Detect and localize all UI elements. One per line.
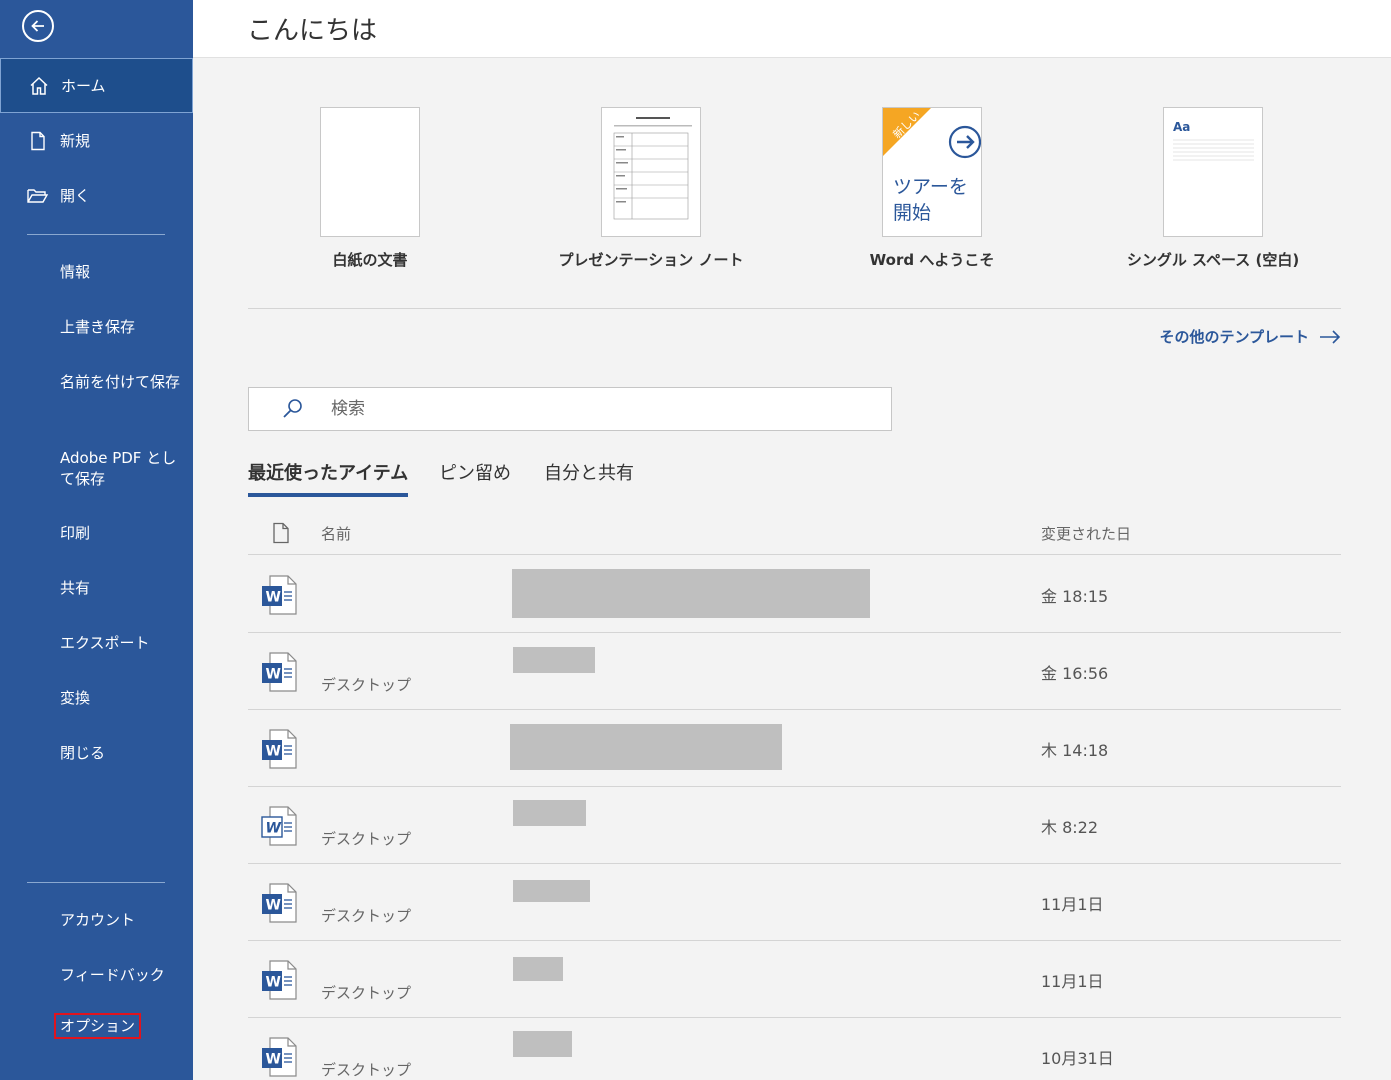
arrow-right-icon <box>1320 329 1341 344</box>
back-arrow-icon <box>31 20 44 32</box>
sidebar-item-close[interactable]: 閉じる <box>60 743 185 764</box>
sidebar-divider <box>27 234 165 235</box>
redacted-filename <box>512 569 870 618</box>
back-button[interactable] <box>22 10 54 42</box>
file-row[interactable]: W デスクトップ 11月1日 <box>248 941 1341 1018</box>
redacted-filename <box>513 800 586 826</box>
tab-recent[interactable]: 最近使ったアイテム <box>248 459 409 497</box>
sidebar-item-share[interactable]: 共有 <box>60 578 185 599</box>
file-row[interactable]: W 金 18:15 <box>248 556 1341 633</box>
sidebar-item-home[interactable]: ホーム <box>0 58 193 113</box>
file-location: デスクトップ <box>321 907 412 925</box>
svg-text:W: W <box>266 667 281 683</box>
template-thumbnail <box>320 107 420 237</box>
template-single-space[interactable]: Aa シングル スペース (空白) <box>1093 107 1333 270</box>
file-date: 11月1日 <box>1041 972 1104 991</box>
more-templates-label: その他のテンプレート <box>1159 328 1309 346</box>
template-label: シングル スペース (空白) <box>1126 251 1300 269</box>
backstage-sidebar: ホーム 新規 開く 情報 上書き保存 名前を付けて保存 Adobe PDF とし… <box>0 0 193 1080</box>
word-file-icon: W <box>262 729 297 769</box>
sidebar-item-save[interactable]: 上書き保存 <box>60 317 185 338</box>
word-file-icon: W <box>262 1037 297 1077</box>
file-row[interactable]: W デスクトップ 金 16:56 <box>248 633 1341 710</box>
search-input[interactable] <box>331 399 831 419</box>
file-list-header: 名前 変更された日 <box>248 512 1341 555</box>
file-location: デスクトップ <box>321 984 412 1002</box>
file-location: デスクトップ <box>321 676 412 694</box>
options-highlight: オプション <box>54 1013 142 1039</box>
file-row[interactable]: W デスクトップ 10月31日 <box>248 1018 1341 1080</box>
template-welcome-to-word[interactable]: 新しい ツアーを 開始 Word へようこそ <box>812 107 1052 270</box>
sidebar-item-label: 新規 <box>60 132 91 150</box>
file-row[interactable]: W デスクトップ 木 8:22 <box>248 787 1341 864</box>
sidebar-item-label: 開く <box>60 187 91 205</box>
word-file-icon: W <box>262 960 297 1000</box>
file-row[interactable]: W デスクトップ 11月1日 <box>248 864 1341 941</box>
svg-text:W: W <box>266 821 282 837</box>
svg-text:W: W <box>266 975 281 991</box>
home-icon <box>27 74 51 98</box>
svg-text:W: W <box>266 898 281 914</box>
template-presentation-notes[interactable]: プレゼンテーション ノート <box>531 107 771 270</box>
redacted-filename <box>513 1031 572 1057</box>
word-file-icon: W <box>262 575 297 615</box>
search-box[interactable] <box>248 387 892 431</box>
sidebar-item-account[interactable]: アカウント <box>60 910 185 931</box>
sidebar-item-new[interactable]: 新規 <box>0 113 193 168</box>
svg-text:W: W <box>266 1052 281 1068</box>
file-date: 11月1日 <box>1041 895 1104 914</box>
template-label: Word へようこそ <box>869 251 995 269</box>
file-date: 木 14:18 <box>1041 741 1109 760</box>
template-thumbnail <box>601 107 701 237</box>
search-icon <box>283 399 302 418</box>
template-label: プレゼンテーション ノート <box>558 251 744 269</box>
tab-shared-with-me[interactable]: 自分と共有 <box>544 459 634 493</box>
word-file-icon: W <box>262 883 297 923</box>
redacted-filename <box>513 880 590 902</box>
sidebar-item-info[interactable]: 情報 <box>60 262 185 283</box>
folder-open-icon <box>26 184 50 208</box>
word-file-icon: W <box>261 806 297 846</box>
sidebar-item-options[interactable]: オプション <box>54 1013 185 1039</box>
redacted-filename <box>513 957 563 981</box>
sidebar-item-convert[interactable]: 変換 <box>60 688 185 709</box>
sidebar-divider <box>27 882 165 883</box>
template-thumbnail: Aa <box>1163 107 1263 237</box>
sidebar-item-open[interactable]: 開く <box>0 168 193 223</box>
file-date: 木 8:22 <box>1041 818 1099 837</box>
redacted-filename <box>510 724 782 770</box>
word-file-icon: W <box>262 652 297 692</box>
main-panel: こんにちは 白紙の文書 プレゼンテーション ノート 新しい ツアーを 開始 Wo… <box>193 0 1391 1080</box>
file-row[interactable]: W 木 14:18 <box>248 710 1341 787</box>
page-title: こんにちは <box>247 16 378 46</box>
column-modified[interactable]: 変更された日 <box>1041 523 1131 544</box>
redacted-filename <box>513 647 595 673</box>
new-document-icon <box>26 129 50 153</box>
tour-text-2: 開始 <box>893 202 931 224</box>
svg-text:W: W <box>266 590 281 606</box>
file-location: デスクトップ <box>321 830 412 848</box>
template-thumbnail: 新しい ツアーを 開始 <box>882 107 982 237</box>
more-templates-link[interactable]: その他のテンプレート <box>1159 326 1341 347</box>
header: こんにちは <box>193 0 1391 58</box>
sidebar-item-save-as[interactable]: 名前を付けて保存 <box>60 372 185 393</box>
sidebar-item-save-pdf[interactable]: Adobe PDF として保存 <box>60 448 185 490</box>
template-blank[interactable]: 白紙の文書 <box>250 107 490 270</box>
column-name[interactable]: 名前 <box>321 523 351 544</box>
document-icon <box>273 522 289 544</box>
file-date: 10月31日 <box>1041 1049 1114 1068</box>
sidebar-item-label: ホーム <box>61 77 106 95</box>
file-date: 金 18:15 <box>1041 587 1109 606</box>
tab-pinned[interactable]: ピン留め <box>439 459 511 493</box>
svg-text:W: W <box>266 744 281 760</box>
file-location: デスクトップ <box>321 1061 412 1079</box>
file-date: 金 16:56 <box>1041 664 1109 683</box>
sidebar-item-print[interactable]: 印刷 <box>60 523 185 544</box>
sidebar-item-export[interactable]: エクスポート <box>60 633 185 654</box>
svg-text:Aa: Aa <box>1173 120 1190 134</box>
sidebar-item-feedback[interactable]: フィードバック <box>60 965 185 986</box>
template-label: 白紙の文書 <box>332 251 408 269</box>
tour-text-1: ツアーを <box>893 176 968 198</box>
templates-divider <box>248 308 1341 309</box>
